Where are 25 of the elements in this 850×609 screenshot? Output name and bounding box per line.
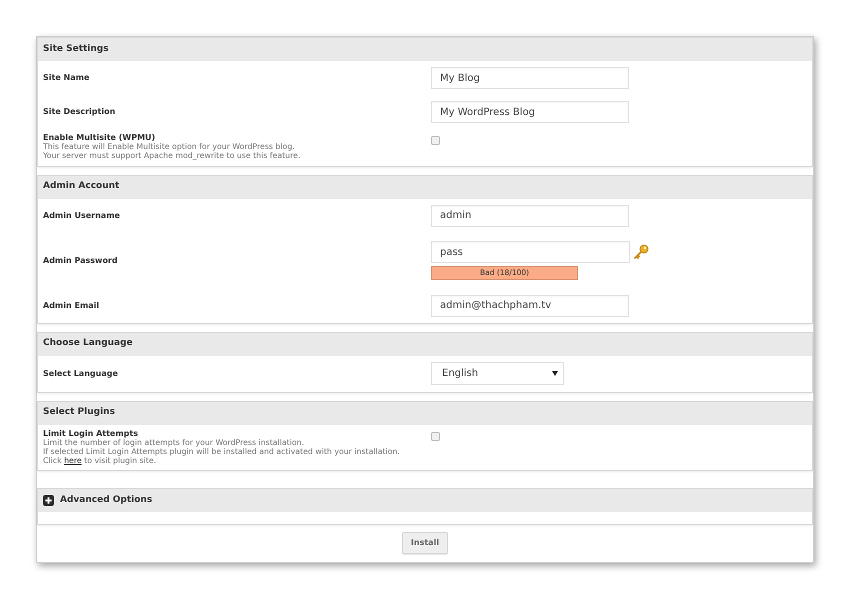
- caret-icon: [552, 371, 558, 376]
- field-label: Admin Username: [43, 210, 121, 222]
- field-label: Site Description: [43, 106, 116, 118]
- password-field[interactable]: pass: [431, 241, 630, 264]
- field-label: Limit Login Attempts: [43, 428, 138, 438]
- field-label: Enable Multisite (WPMU): [43, 133, 156, 142]
- section-title: Select Plugins: [43, 406, 115, 420]
- checkbox[interactable]: [431, 432, 440, 441]
- checkbox[interactable]: [431, 136, 440, 145]
- field-label: Select Language: [43, 368, 119, 380]
- install-button[interactable]: Install: [402, 532, 448, 554]
- plus-icon[interactable]: [43, 495, 54, 506]
- field-label: Site Name: [43, 72, 90, 84]
- language-select[interactable]: English: [431, 362, 564, 386]
- text-field[interactable]: admin@thachpham.tv: [431, 294, 629, 317]
- section-title: Admin Account: [43, 180, 120, 194]
- field-label: Admin Password: [43, 254, 119, 267]
- section-title: Site Settings: [43, 42, 109, 56]
- field-label: Admin Email: [43, 300, 100, 312]
- section-title: Advanced Options: [60, 494, 152, 508]
- text-field[interactable]: My Blog: [431, 67, 629, 89]
- text-field[interactable]: My WordPress Blog: [431, 101, 629, 123]
- text-field[interactable]: admin: [431, 204, 629, 227]
- section-title: Choose Language: [43, 337, 133, 350]
- key-icon: [633, 244, 649, 260]
